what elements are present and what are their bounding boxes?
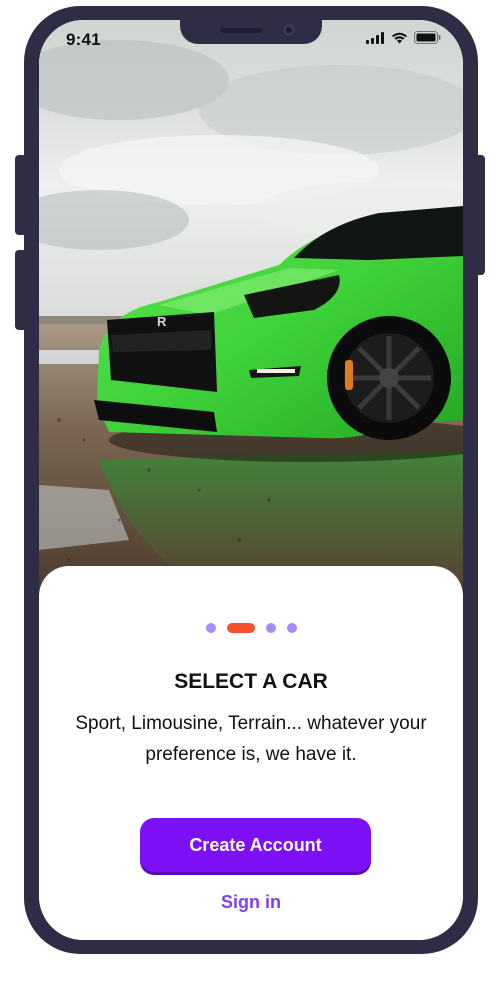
sign-in-link[interactable]: Sign in xyxy=(39,892,463,913)
badge-text: R xyxy=(157,314,167,329)
wifi-icon xyxy=(391,31,408,49)
page-dot-active[interactable] xyxy=(226,623,255,633)
signal-icon xyxy=(366,31,385,49)
onboarding-description: Sport, Limousine, Terrain... whatever yo… xyxy=(75,713,427,765)
onboarding-sheet: SELECT A CAR Sport, Limousine, Terrain..… xyxy=(39,566,463,940)
status-bar: 9:41 xyxy=(39,20,463,60)
battery-icon xyxy=(414,31,441,49)
status-icons xyxy=(366,31,441,49)
phone-frame: R 9:41 SELECT A CAR Sport, Limousine, Te… xyxy=(24,6,478,954)
onboarding-title: SELECT A CAR xyxy=(174,670,328,693)
page-dot[interactable] xyxy=(205,623,216,633)
create-account-button[interactable]: Create Account xyxy=(140,818,371,872)
phone-screen: R 9:41 SELECT A CAR Sport, Limousine, Te… xyxy=(39,20,463,940)
status-time: 9:41 xyxy=(66,30,101,49)
device-mockup: R 9:41 SELECT A CAR Sport, Limousine, Te… xyxy=(0,0,500,985)
page-indicator xyxy=(39,623,463,633)
page-dot[interactable] xyxy=(286,623,297,633)
hero-car-image: R xyxy=(39,20,463,600)
page-dot[interactable] xyxy=(265,623,276,633)
